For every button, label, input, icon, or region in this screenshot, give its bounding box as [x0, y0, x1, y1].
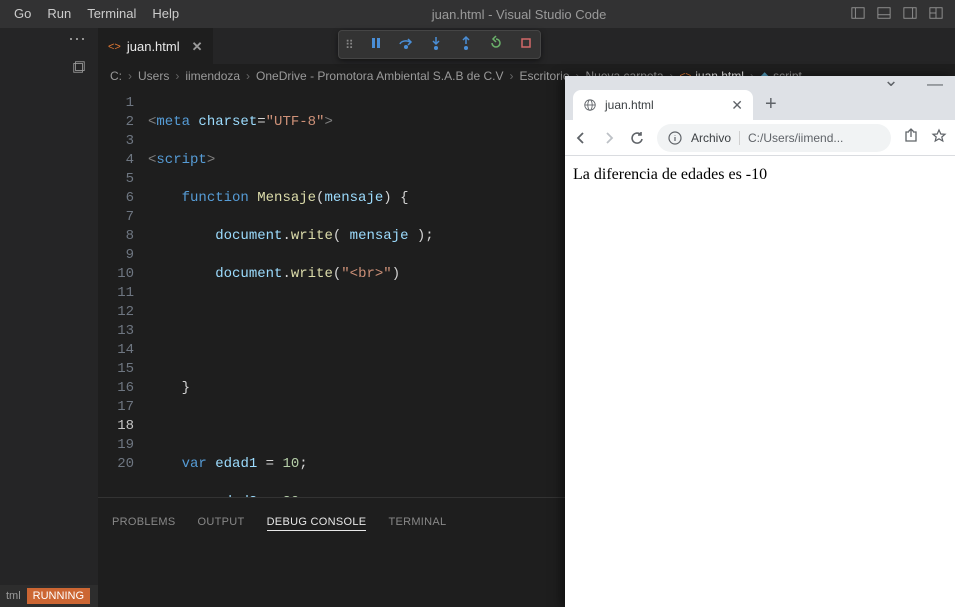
omnibox[interactable]: Archivo C:/Users/iimend...: [657, 124, 891, 152]
browser-chevron-down-icon[interactable]: ⌄: [877, 75, 905, 85]
editor-tab-label: juan.html: [127, 39, 180, 54]
debug-step-over-icon[interactable]: [398, 35, 414, 54]
panel-tab-problems[interactable]: PROBLEMS: [112, 516, 176, 531]
browser-reload-icon[interactable]: [629, 130, 645, 146]
toggle-panel-left-icon[interactable]: [851, 6, 865, 23]
crumb[interactable]: C:: [110, 69, 122, 83]
browser-page-content: La diferencia de edades es -10: [565, 156, 955, 607]
crumb[interactable]: Users: [138, 69, 169, 83]
editor-tab-juan[interactable]: <> juan.html ✕: [98, 28, 213, 64]
browser-titlebar[interactable]: ⌄ —: [565, 76, 955, 86]
toggle-panel-right-icon[interactable]: [903, 6, 917, 23]
status-bar-left: tml RUNNING: [0, 585, 98, 607]
gutter: 1234567891011121314151617181920: [98, 88, 148, 497]
browser-minimize-icon[interactable]: —: [925, 76, 945, 94]
tabbar: <> juan.html ✕ ⠿: [98, 28, 955, 64]
status-running-badge[interactable]: RUNNING: [27, 588, 90, 604]
menu-go[interactable]: Go: [6, 0, 39, 28]
browser-tab-close-icon[interactable]: ✕: [731, 97, 743, 114]
crumb[interactable]: OneDrive - Promotora Ambiental S.A.B de …: [256, 69, 503, 83]
debug-grip-icon[interactable]: ⠿: [345, 38, 354, 52]
debug-restart-icon[interactable]: [488, 35, 504, 54]
browser-tab-title: juan.html: [605, 98, 723, 112]
browser-new-tab-icon[interactable]: +: [753, 93, 789, 120]
open-editors-icon[interactable]: [0, 44, 98, 77]
close-tab-icon[interactable]: ✕: [186, 39, 203, 55]
customize-layout-icon[interactable]: [929, 6, 943, 23]
browser-back-icon[interactable]: [573, 130, 589, 146]
omnibox-path: C:/Users/iimend...: [748, 131, 843, 145]
panel-tab-terminal[interactable]: TERMINAL: [388, 516, 446, 531]
browser-tabs: juan.html ✕ +: [565, 86, 955, 120]
debug-pause-icon[interactable]: [368, 35, 384, 54]
panel-tab-debug-console[interactable]: DEBUG CONSOLE: [267, 516, 367, 531]
window-title: juan.html - Visual Studio Code: [187, 7, 851, 22]
browser-window[interactable]: ⌄ — juan.html ✕ + Archivo C:/Users/iimen…: [565, 76, 955, 607]
debug-toolbar[interactable]: ⠿: [338, 30, 541, 59]
globe-icon: [583, 98, 597, 112]
debug-stop-icon[interactable]: [518, 35, 534, 54]
panel-tab-output[interactable]: OUTPUT: [198, 516, 245, 531]
crumb[interactable]: Escritorio: [519, 69, 569, 83]
omnibox-scheme: Archivo: [691, 131, 731, 145]
debug-step-into-icon[interactable]: [428, 35, 444, 54]
browser-toolbar: Archivo C:/Users/iimend...: [565, 120, 955, 156]
menu-run[interactable]: Run: [39, 0, 79, 28]
status-left-text: tml: [0, 590, 27, 602]
page-output-text: La diferencia de edades es -10: [573, 166, 767, 183]
crumb[interactable]: iimendoza: [185, 69, 240, 83]
toggle-panel-bottom-icon[interactable]: [877, 6, 891, 23]
bookmark-star-icon[interactable]: [931, 128, 947, 147]
debug-step-out-icon[interactable]: [458, 35, 474, 54]
left-strip: ⋯ tml RUNNING: [0, 28, 98, 607]
menu-help[interactable]: Help: [144, 0, 187, 28]
menu-terminal[interactable]: Terminal: [79, 0, 144, 28]
browser-forward-icon[interactable]: [601, 130, 617, 146]
share-icon[interactable]: [903, 128, 919, 147]
browser-tab-active[interactable]: juan.html ✕: [573, 90, 753, 120]
html-file-icon: <>: [108, 41, 121, 53]
more-actions-icon[interactable]: ⋯: [0, 28, 98, 44]
layout-icons: [851, 6, 949, 23]
info-icon: [667, 130, 683, 146]
menubar: Go Run Terminal Help juan.html - Visual …: [0, 0, 955, 28]
